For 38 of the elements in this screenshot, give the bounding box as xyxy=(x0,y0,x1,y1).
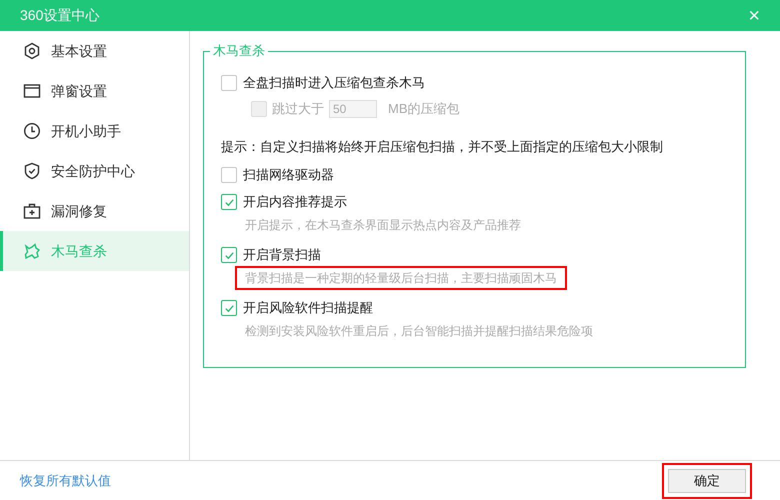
checkbox[interactable] xyxy=(221,300,237,316)
option-description: 开启提示，在木马查杀界面显示热点内容及产品推荐 xyxy=(244,217,522,234)
sidebar-item[interactable]: 开机小助手 xyxy=(0,111,189,151)
sidebar-label: 漏洞修复 xyxy=(51,202,107,220)
check-icon xyxy=(224,250,234,260)
option-description: 检测到安装风险软件重启后，后台智能扫描并提醒扫描结果危险项 xyxy=(244,323,594,340)
option-label: 开启背景扫描 xyxy=(243,246,321,264)
sidebar-label: 开机小助手 xyxy=(51,122,121,140)
note-text: 提示：自定义扫描将始终开启压缩包扫描，并不受上面指定的压缩包大小限制 xyxy=(221,138,664,156)
option-label: 跳过大于 xyxy=(272,100,324,118)
option-label: 全盘扫描时进入压缩包查杀木马 xyxy=(243,74,425,92)
sidebar-item[interactable]: 漏洞修复 xyxy=(0,191,189,231)
unit-label: MB的压缩包 xyxy=(388,100,460,118)
hexagon-settings-icon xyxy=(23,42,41,60)
window-icon xyxy=(23,82,41,100)
check-icon xyxy=(224,302,234,314)
shield-check-icon xyxy=(23,162,41,180)
sidebar-item[interactable]: 基本设置 xyxy=(0,31,189,71)
checkbox[interactable] xyxy=(221,167,237,183)
sidebar-label: 木马查杀 xyxy=(51,242,107,260)
medical-kit-icon xyxy=(23,202,41,220)
option-label: 开启内容推荐提示 xyxy=(243,193,347,212)
group-title: 木马查杀 xyxy=(210,42,268,60)
sidebar-label: 安全防护中心 xyxy=(51,162,135,180)
clock-icon xyxy=(23,122,41,140)
ok-button[interactable]: 确定 xyxy=(668,468,746,492)
sidebar-label: 弹窗设置 xyxy=(51,82,107,100)
sidebar-label: 基本设置 xyxy=(51,42,107,60)
checkbox[interactable] xyxy=(221,194,237,210)
option-label: 开启风险软件扫描提醒 xyxy=(243,299,373,318)
sidebar-item[interactable]: 安全防护中心 xyxy=(0,151,189,191)
checkbox[interactable] xyxy=(221,247,237,263)
option-description: 背景扫描是一种定期的轻量级后台扫描，主要扫描顽固木马 xyxy=(235,266,567,290)
window-title: 360设置中心 xyxy=(20,6,100,25)
option-label: 扫描网络驱动器 xyxy=(243,166,334,184)
sidebar-item[interactable]: 弹窗设置 xyxy=(0,71,189,111)
checkbox[interactable] xyxy=(221,75,237,91)
check-icon xyxy=(224,196,234,208)
